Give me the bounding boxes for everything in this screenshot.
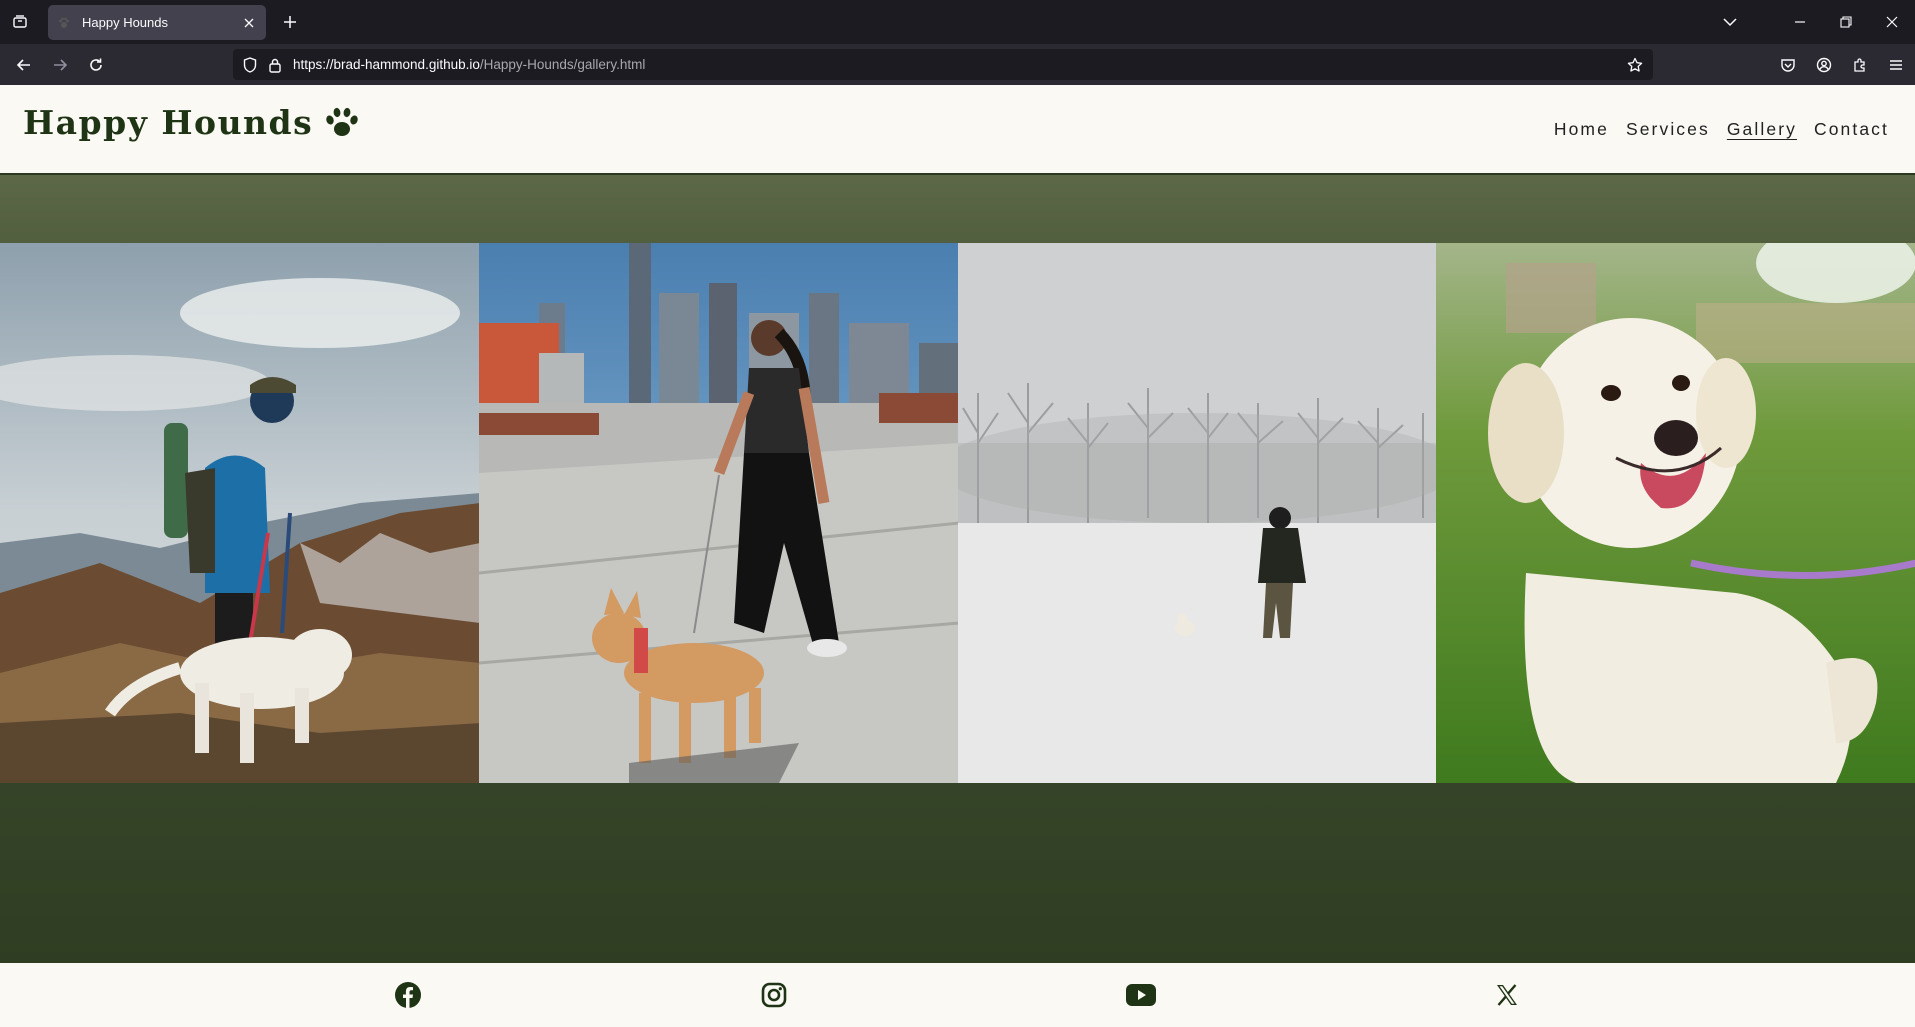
tab-list-icon[interactable]: [8, 10, 32, 34]
tab-favicon-icon: [56, 15, 72, 31]
site-logo[interactable]: Happy Hounds: [23, 103, 359, 142]
instagram-icon[interactable]: [759, 980, 789, 1010]
address-bar[interactable]: https://brad-hammond.github.io/Happy-Hou…: [233, 49, 1653, 80]
gallery-photo-golden-retriever[interactable]: [1436, 243, 1915, 783]
lock-icon[interactable]: [266, 56, 284, 74]
browser-tab-active[interactable]: Happy Hounds: [48, 5, 266, 40]
reload-icon[interactable]: [83, 52, 109, 78]
site-footer: [0, 963, 1915, 1027]
extensions-icon[interactable]: [1847, 52, 1873, 78]
logo-text: Happy Hounds: [23, 103, 314, 142]
x-icon[interactable]: [1492, 980, 1522, 1010]
forward-arrow-icon[interactable]: [47, 52, 73, 78]
photo-gallery: [0, 243, 1915, 783]
new-tab-button[interactable]: [278, 10, 302, 34]
tab-close-icon[interactable]: [240, 14, 258, 32]
account-icon[interactable]: [1811, 52, 1837, 78]
tab-title: Happy Hounds: [82, 15, 168, 30]
paw-icon: [325, 107, 359, 139]
browser-nav-bar: https://brad-hammond.github.io/Happy-Hou…: [0, 44, 1915, 85]
shield-icon[interactable]: [241, 56, 259, 74]
site-nav: Home Services Gallery Contact: [1537, 119, 1889, 140]
gallery-photo-hiker-dog[interactable]: [0, 243, 479, 783]
url-host: https://brad-hammond.github.io: [293, 57, 480, 72]
list-all-tabs-icon[interactable]: [1707, 0, 1753, 44]
back-arrow-icon[interactable]: [11, 52, 37, 78]
gallery-section: [0, 175, 1915, 963]
url-text[interactable]: https://brad-hammond.github.io/Happy-Hou…: [293, 57, 645, 72]
nav-home[interactable]: Home: [1554, 119, 1609, 140]
nav-contact[interactable]: Contact: [1814, 119, 1889, 140]
browser-tab-bar: Happy Hounds: [0, 0, 1915, 44]
youtube-icon[interactable]: [1125, 980, 1156, 1010]
bookmark-star-icon[interactable]: [1625, 55, 1645, 75]
restore-window-icon[interactable]: [1823, 0, 1869, 44]
nav-services[interactable]: Services: [1626, 119, 1710, 140]
url-path: /Happy-Hounds/gallery.html: [479, 57, 646, 72]
nav-gallery[interactable]: Gallery: [1727, 119, 1797, 140]
minimize-window-icon[interactable]: [1777, 0, 1823, 44]
site-header: Happy Hounds Home Services Gallery Conta…: [0, 85, 1915, 175]
facebook-icon[interactable]: [393, 980, 423, 1010]
pocket-icon[interactable]: [1775, 52, 1801, 78]
web-page: Happy Hounds Home Services Gallery Conta…: [0, 85, 1915, 1027]
menu-hamburger-icon[interactable]: [1883, 52, 1909, 78]
close-window-icon[interactable]: [1869, 0, 1915, 44]
gallery-photo-rooftop-walk[interactable]: [478, 243, 958, 783]
gallery-photo-snow-walk[interactable]: [957, 243, 1437, 783]
